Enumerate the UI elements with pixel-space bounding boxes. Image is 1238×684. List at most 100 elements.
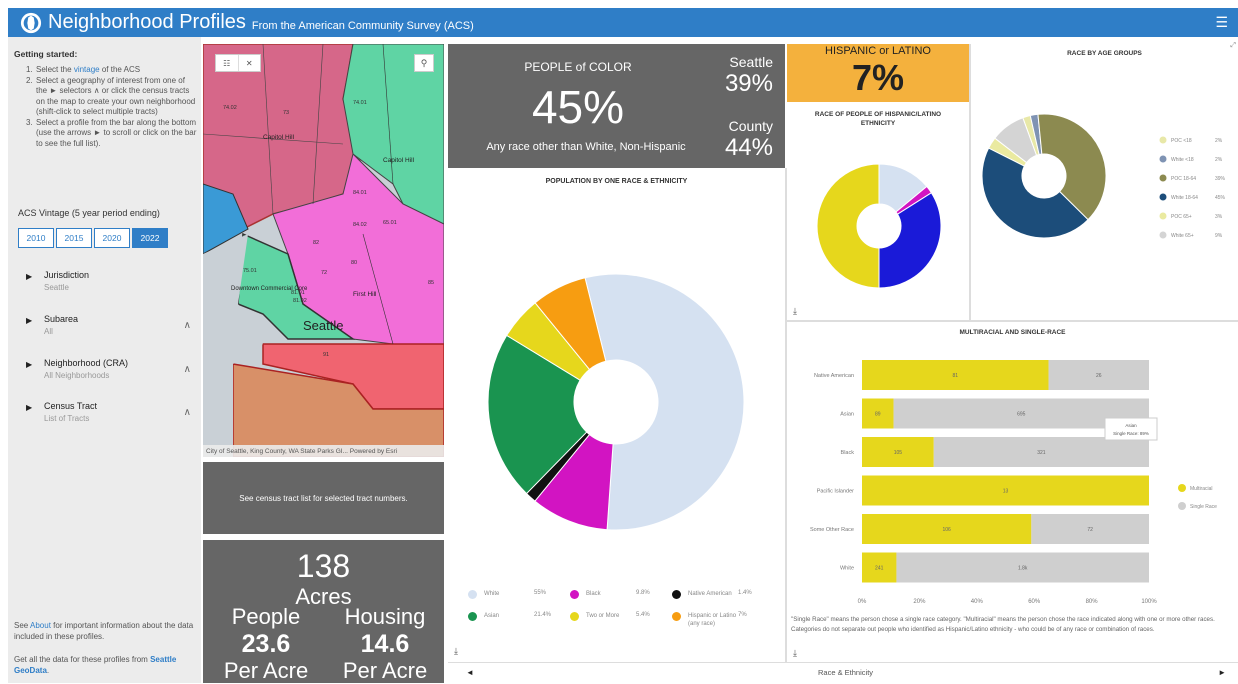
download-icon[interactable]: ⤓: [793, 648, 797, 659]
population-pie-chart[interactable]: [448, 190, 785, 610]
legend-label: Hispanic or Latino (any race): [688, 613, 737, 627]
menu-icon[interactable]: ☰: [1215, 14, 1228, 31]
divider: [785, 168, 787, 662]
map-attribution: City of Seattle, King County, WA State P…: [203, 445, 444, 457]
geodata-note: Get all the data for these profiles from…: [14, 655, 177, 675]
search-icon[interactable]: ⚲: [414, 54, 434, 72]
vintage-link[interactable]: vintage: [74, 65, 100, 74]
chart-tooltip: Asian Single Race: 89%: [1104, 417, 1158, 441]
caret-up-icon[interactable]: ∧: [184, 407, 191, 418]
legend-item: Native American 1.4%: [672, 588, 772, 608]
category-label: Native American: [814, 373, 854, 379]
map-canvas[interactable]: Capitol Hill Capitol Hill Downtown Comme…: [203, 44, 444, 457]
hispanic-race-panel: RACE OF PEOPLE OF HISPANIC/LATINO ETHNIC…: [787, 104, 969, 320]
legend-value: 45%: [1215, 195, 1226, 201]
bar-label: 695: [1017, 412, 1026, 418]
vintage-button-2022[interactable]: 2022: [132, 228, 168, 248]
vintage-button-2020[interactable]: 2020: [94, 228, 130, 248]
expand-icon[interactable]: ⤢: [1230, 42, 1236, 50]
legend-value: 2%: [1215, 138, 1223, 144]
scroll-left-arrow-icon[interactable]: ◄: [466, 668, 474, 677]
tract-number: 75.01: [243, 268, 257, 274]
category-label: White: [840, 566, 854, 572]
hispanic-race-slice[interactable]: [878, 192, 942, 289]
caret-up-icon[interactable]: ∧: [184, 364, 191, 375]
housing-label: Housing: [344, 604, 426, 629]
bar-label: 81: [952, 373, 958, 379]
hispanic-race-slice[interactable]: [816, 163, 880, 289]
step-2: 2. Select a geography of interest from on…: [26, 75, 196, 117]
bar-label: 72: [1087, 527, 1093, 533]
legend-swatch: [1159, 193, 1167, 201]
population-legend: White 55% Black 9.8% Native American 1.4% Asia…: [448, 588, 785, 648]
map-label: Capitol Hill: [263, 134, 295, 141]
legend-swatch: [570, 590, 579, 599]
bar-label: 13: [1003, 489, 1009, 495]
legend-swatch: [1178, 502, 1186, 510]
category-label: Black: [841, 450, 855, 456]
tract-number: 73: [283, 110, 289, 116]
profile-bar[interactable]: ◄ Race & Ethnicity ►: [448, 662, 1238, 683]
legend-value: 39%: [1215, 176, 1226, 182]
legend-value: 21.4%: [534, 612, 552, 618]
legend-label: White <18: [1171, 157, 1194, 163]
legend-item: White 55%: [468, 588, 568, 608]
legend-swatch: [468, 590, 477, 599]
poc-subtitle: Any race other than White, Non-Hispanic: [486, 141, 686, 153]
profile-label[interactable]: Race & Ethnicity: [818, 668, 873, 677]
vintage-selector: 2010 2015 2020 2022: [18, 228, 170, 248]
poc-value: 45%: [531, 81, 625, 133]
tract-number: 84.02: [353, 222, 367, 228]
expand-arrow-icon[interactable]: ▶: [26, 403, 32, 412]
legend-swatch: [468, 612, 477, 621]
people-per-acre-value: 23.6: [241, 630, 291, 658]
legend-label: Asian: [484, 613, 500, 619]
scroll-right-arrow-icon[interactable]: ►: [1218, 668, 1226, 677]
tract-number: 72: [321, 270, 327, 276]
download-icon[interactable]: ⤓: [793, 306, 797, 317]
download-icon[interactable]: ⤓: [454, 646, 458, 657]
category-label: Some Other Race: [810, 527, 854, 533]
about-link[interactable]: About: [30, 621, 51, 630]
legend-label: POC 18-64: [1171, 176, 1196, 182]
tract-map[interactable]: Capitol Hill Capitol Hill Downtown Comme…: [203, 44, 444, 457]
population-by-race-panel: POPULATION BY ONE RACE & ETHNICITY White…: [448, 170, 785, 682]
x-tick-label: 20%: [913, 599, 926, 605]
step-3: 3. Select a profile from the bar along th…: [26, 117, 197, 148]
legend-label: Single Race: [1190, 504, 1217, 510]
legend-swatch: [1178, 484, 1186, 492]
legend-swatch: [570, 612, 579, 621]
expand-arrow-icon[interactable]: ▶: [26, 316, 32, 325]
housing-per-acre-label: Per Acre: [342, 658, 428, 683]
hispanic-title: HISPANIC or LATINO: [825, 45, 931, 57]
sidebar: Getting started: 1. Select the vintage of…: [8, 37, 201, 683]
vintage-button-2010[interactable]: 2010: [18, 228, 54, 248]
expand-arrow-icon[interactable]: ▶: [26, 360, 32, 369]
tract-number: 74.02: [223, 105, 237, 111]
legend-swatch: [1159, 174, 1167, 182]
multiracial-bar-chart[interactable]: 0% 20% 40% 60% 80% 100% Native American 81 26 Asi…: [787, 340, 1238, 640]
hispanic-panel: HISPANIC or LATINO 7%: [787, 44, 969, 102]
legend-swatch: [1159, 136, 1167, 144]
expand-arrow-icon[interactable]: ▶: [26, 272, 32, 281]
caret-up-icon[interactable]: ∧: [184, 320, 191, 331]
close-icon[interactable]: ✕: [239, 55, 261, 71]
tract-number: 82: [313, 240, 319, 246]
race-by-age-pie-chart[interactable]: POC <18 2% White <18 2% POC 18-64 39% White 18…: [971, 58, 1238, 318]
x-tick-label: 0%: [858, 599, 867, 605]
app-header: Neighborhood Profiles From the American …: [8, 8, 1238, 37]
hispanic-race-pie-chart[interactable]: [787, 144, 969, 304]
vintage-title: ACS Vintage (5 year period ending): [18, 208, 160, 218]
chart-note: "Single Race" means the person chose a s…: [791, 616, 1215, 633]
app-title: Neighborhood Profiles: [48, 11, 246, 33]
x-tick-label: 40%: [971, 599, 984, 605]
hispanic-value: 7%: [851, 57, 905, 98]
chart-title: POPULATION BY ONE RACE & ETHNICITY: [545, 178, 688, 185]
housing-per-acre-value: 14.6: [360, 630, 410, 658]
list-icon[interactable]: ☷: [216, 55, 239, 71]
legend-label: Native American: [688, 591, 732, 597]
acres-panel: 138 Acres People Housing 23.6 14.6 Per A…: [203, 540, 444, 683]
vintage-button-2015[interactable]: 2015: [56, 228, 92, 248]
county-value: 44%: [724, 134, 773, 161]
map-toolbar: ☷ ✕: [215, 54, 261, 72]
